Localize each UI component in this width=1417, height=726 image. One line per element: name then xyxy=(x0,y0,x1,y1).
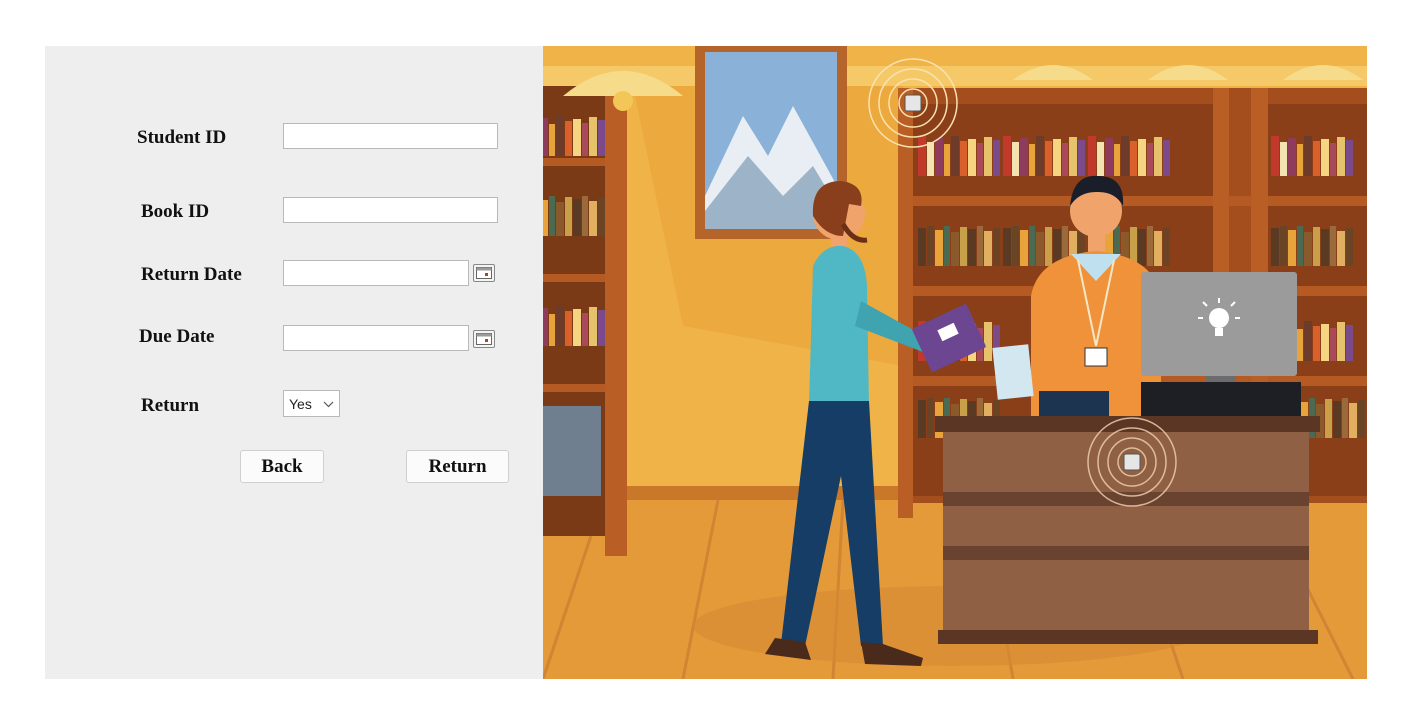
back-button[interactable]: Back xyxy=(240,450,324,483)
left-bookshelf xyxy=(543,86,627,556)
return-book-form: Student ID Book ID Return Date Due Date … xyxy=(45,46,543,679)
return-date-input[interactable] xyxy=(283,260,469,286)
chevron-down-icon xyxy=(323,401,334,408)
return-date-label: Return Date xyxy=(141,264,242,285)
desk-rfid-reader-icon xyxy=(1123,453,1141,471)
due-date-calendar-icon[interactable] xyxy=(473,330,495,348)
ceiling-trim xyxy=(543,66,1367,86)
return-label: Return xyxy=(141,395,200,416)
student-id-input[interactable] xyxy=(283,123,498,149)
computer-monitor xyxy=(1141,272,1301,416)
book-id-label: Book ID xyxy=(141,201,210,222)
return-select[interactable]: Yes xyxy=(283,390,340,417)
book-id-input[interactable] xyxy=(283,197,498,223)
student-id-label: Student ID xyxy=(137,127,227,148)
return-book-window: Student ID Book ID Return Date Due Date … xyxy=(45,46,1367,679)
return-date-calendar-icon[interactable] xyxy=(473,264,495,282)
due-date-input[interactable] xyxy=(283,325,469,351)
library-checkout-illustration xyxy=(543,46,1367,679)
return-button[interactable]: Return xyxy=(406,450,509,483)
return-select-value: Yes xyxy=(289,396,312,412)
rfid-reader-icon xyxy=(904,94,922,112)
due-date-label: Due Date xyxy=(139,326,215,347)
